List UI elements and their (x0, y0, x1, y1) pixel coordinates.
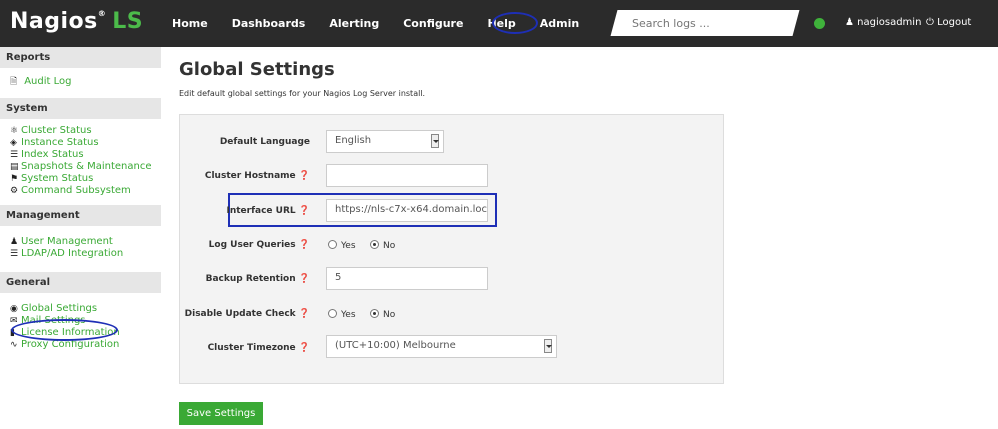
page-subtitle: Edit default global settings for your Na… (179, 89, 426, 98)
user-menu[interactable]: ♟ nagiosadmin (845, 17, 921, 28)
search-input[interactable] (632, 14, 782, 32)
snapshot-icon: ▤ (10, 162, 19, 172)
chevron-down-icon (544, 339, 552, 353)
username: nagiosadmin (857, 17, 922, 28)
cogs-icon: ⚙ (10, 186, 19, 196)
cluster-timezone-label: Cluster Timezone ❓ (207, 343, 310, 353)
sidebar-item-command-subsystem[interactable]: ⚙ Command Subsystem (10, 185, 161, 197)
default-language-select[interactable]: English (326, 130, 444, 153)
radio-selected-icon (370, 240, 379, 249)
log-user-queries-yes[interactable]: Yes (328, 240, 356, 251)
top-bar: Nagios® LS Home Dashboards Alerting Confi… (0, 0, 998, 47)
nav-configure[interactable]: Configure (403, 17, 463, 30)
sidebar-section-management: Management (0, 205, 161, 226)
sidebar-item-instance-status[interactable]: ◈ Instance Status (10, 137, 161, 149)
help-icon[interactable]: ❓ (299, 343, 310, 353)
nagios-logo[interactable]: Nagios® LS (10, 9, 143, 34)
chevron-down-icon (431, 134, 439, 148)
disable-update-check-no[interactable]: No (370, 309, 395, 320)
cluster-hostname-label: Cluster Hostname ❓ (204, 171, 310, 181)
flag-icon: ⚑ (10, 174, 19, 184)
default-language-label: Default Language (219, 137, 310, 147)
globe-icon: ◉ (10, 304, 18, 314)
help-icon[interactable]: ❓ (299, 206, 310, 216)
status-ok-icon (814, 18, 825, 29)
backup-retention-input[interactable]: 5 (326, 267, 488, 290)
log-user-queries-label: Log User Queries ❓ (208, 240, 310, 250)
sidebar-item-global-settings[interactable]: ◉ Global Settings (10, 303, 161, 315)
sidebar-section-reports: Reports (0, 47, 161, 68)
sidebar-item-audit-log[interactable]: 🗎 Audit Log (10, 76, 161, 88)
interface-url-input[interactable]: https://nls-c7x-x64.domain.local (326, 199, 488, 222)
instance-icon: ◈ (10, 138, 17, 148)
cluster-hostname-input[interactable] (326, 164, 488, 187)
help-icon[interactable]: ❓ (299, 274, 310, 284)
help-icon[interactable]: ❓ (299, 171, 310, 181)
main-nav: Home Dashboards Alerting Configure Help … (172, 0, 603, 47)
log-user-queries-no[interactable]: No (370, 240, 395, 251)
sidebar: Reports 🗎 Audit Log System ⚛ Cluster Stat… (0, 47, 161, 429)
search-box[interactable] (610, 10, 800, 36)
disable-update-check-label: Disable Update Check ❓ (184, 309, 310, 319)
help-icon[interactable]: ❓ (299, 240, 310, 250)
admin-annotation-circle (492, 12, 538, 34)
radio-icon (328, 240, 337, 249)
sidebar-item-user-management[interactable]: ♟ User Management (10, 236, 161, 248)
cluster-icon: ⚛ (10, 126, 19, 136)
user-icon: ♟ (10, 237, 19, 247)
user-icon: ♟ (845, 17, 854, 28)
file-icon: 🗎 (10, 77, 18, 87)
help-icon[interactable]: ❓ (299, 309, 310, 319)
radio-icon (328, 309, 337, 318)
disable-update-check-yes[interactable]: Yes (328, 309, 356, 320)
sidebar-item-ldap[interactable]: ☰ LDAP/AD Integration (10, 248, 161, 260)
power-icon: ⏻ (926, 17, 934, 28)
sidebar-item-proxy[interactable]: ∿ Proxy Configuration (10, 339, 161, 351)
radio-selected-icon (370, 309, 379, 318)
logout-link[interactable]: ⏻ Logout (926, 17, 971, 28)
sidebar-item-snapshots[interactable]: ▤ Snapshots & Maintenance (10, 161, 161, 173)
sidebar-item-system-status[interactable]: ⚑ System Status (10, 173, 161, 185)
rss-icon: ∿ (10, 340, 18, 350)
cluster-timezone-select[interactable]: (UTC+10:00) Melbourne (326, 335, 557, 358)
page-title: Global Settings (179, 59, 335, 80)
sidebar-section-system: System (0, 98, 161, 119)
backup-retention-label: Backup Retention ❓ (205, 274, 310, 284)
sidebar-section-general: General (0, 272, 161, 293)
nav-home[interactable]: Home (172, 17, 208, 30)
database-icon: ☰ (10, 150, 19, 160)
nav-admin[interactable]: Admin (540, 17, 579, 30)
interface-url-label: Interface URL ❓ (226, 206, 311, 216)
sidebar-item-index-status[interactable]: ☰ Index Status (10, 149, 161, 161)
nav-alerting[interactable]: Alerting (329, 17, 379, 30)
sidebar-item-cluster-status[interactable]: ⚛ Cluster Status (10, 125, 161, 137)
global-settings-annotation-circle (11, 319, 118, 341)
nav-dashboards[interactable]: Dashboards (232, 17, 306, 30)
database-icon: ☰ (10, 249, 19, 259)
save-settings-button[interactable]: Save Settings (179, 402, 263, 425)
